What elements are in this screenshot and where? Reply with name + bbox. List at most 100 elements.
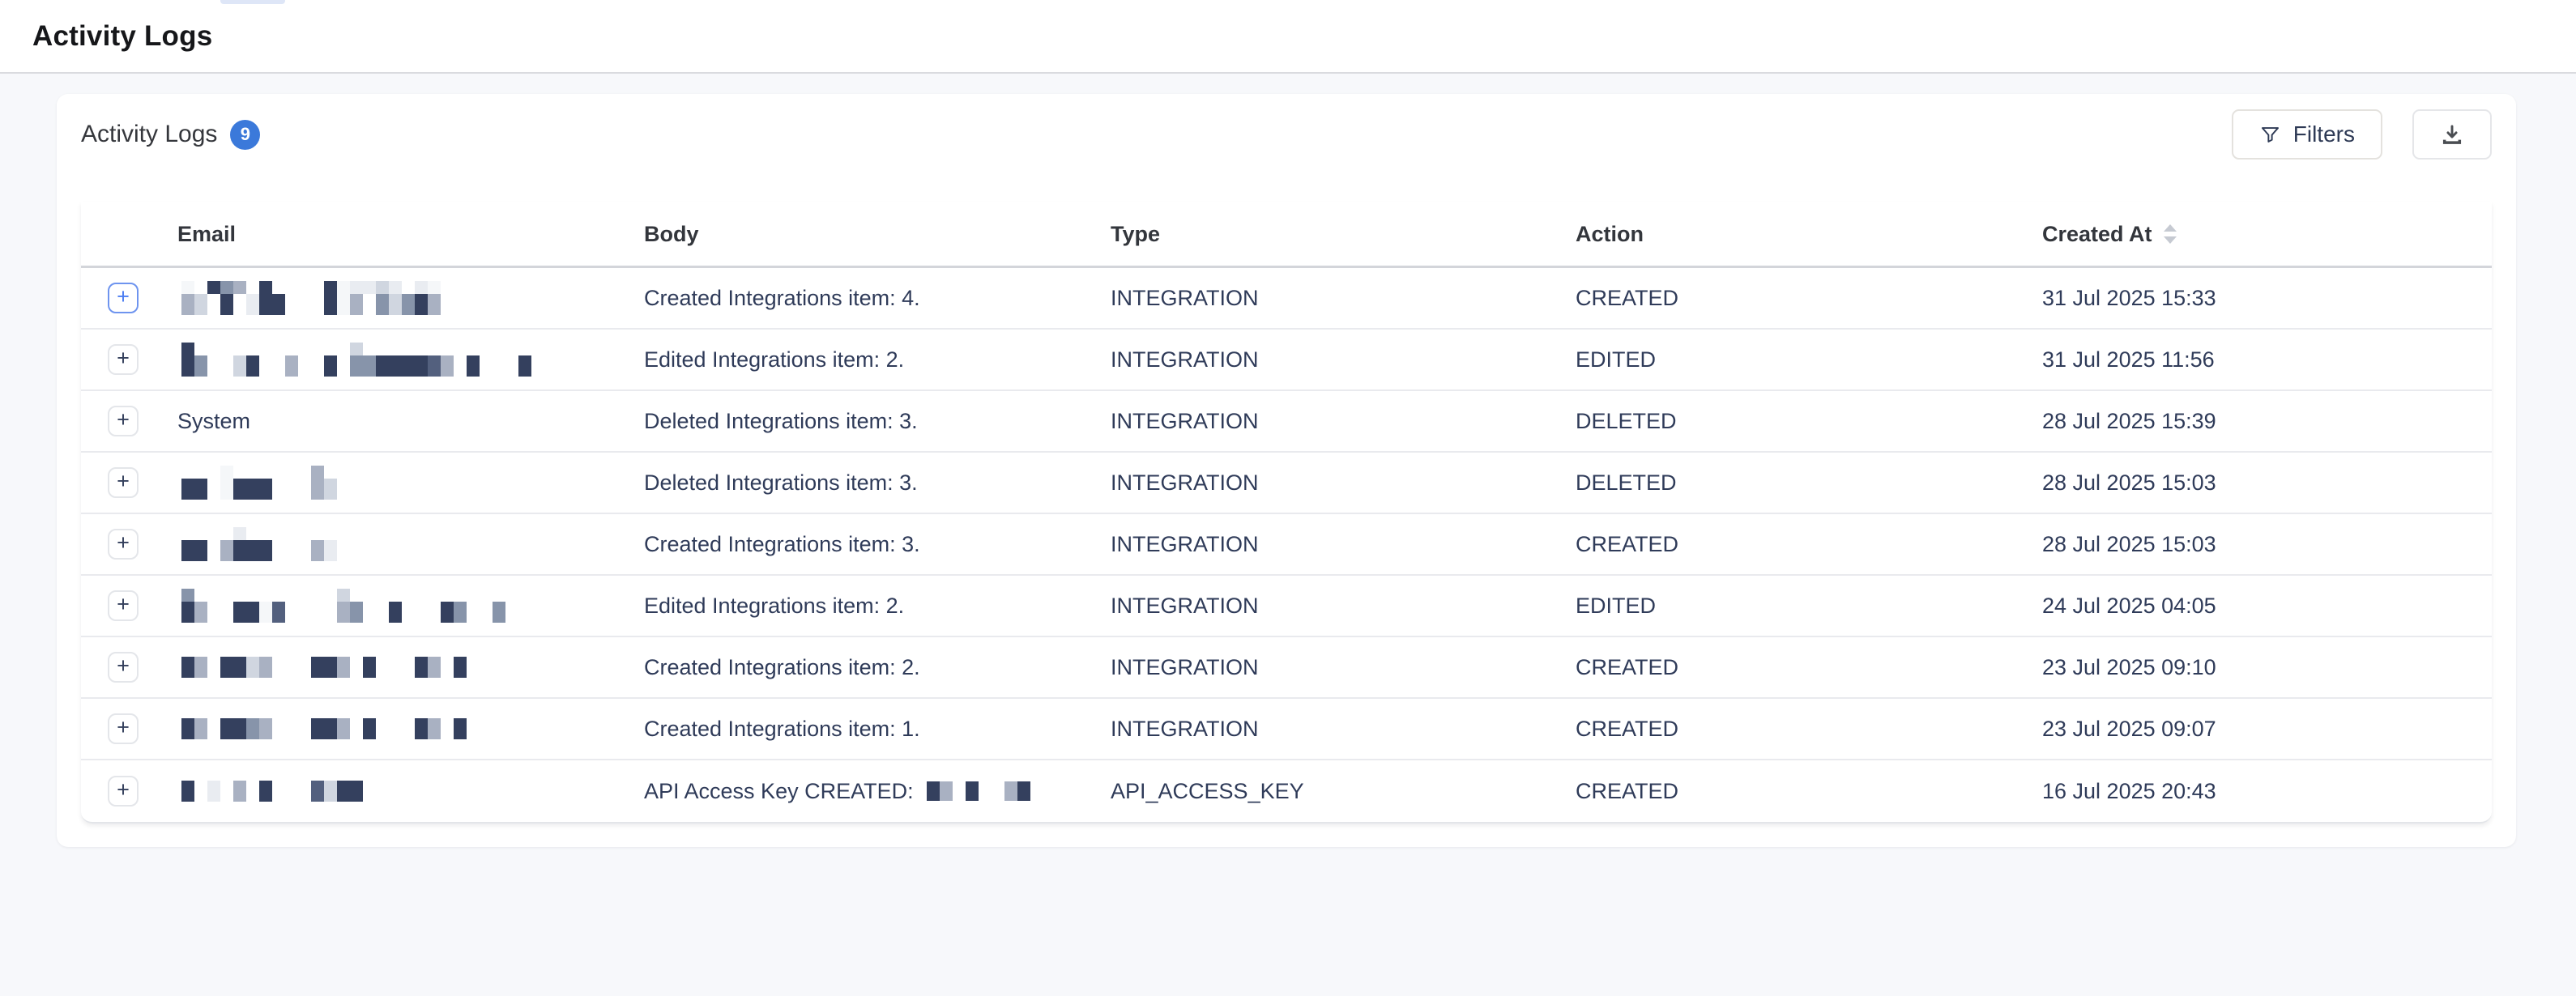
redacted-pixelation [181,718,467,739]
type-cell: INTEGRATION [1111,717,1576,742]
email-cell [177,657,644,678]
body-text: Deleted Integrations item: 3. [644,470,918,496]
action-cell: EDITED [1576,594,2042,619]
expand-row-button[interactable]: + [108,776,139,807]
body-text: Created Integrations item: 4. [644,286,920,311]
table-row: + Edited Integrations item: 2. INTEGRATI… [81,576,2492,637]
body-cell: Edited Integrations item: 2. [644,594,1111,619]
created-at-cell: 16 Jul 2025 20:43 [2042,779,2492,804]
type-cell: INTEGRATION [1111,409,1576,434]
table-row: + Created Integrations item: 3. INTEGRAT… [81,514,2492,576]
panel-actions: Filters [2232,109,2492,160]
type-cell: INTEGRATION [1111,470,1576,496]
column-header-label: Created At [2042,222,2152,247]
expander-cell: + [81,344,177,375]
expand-row-button[interactable]: + [108,590,139,621]
redacted-pixelation [181,281,441,315]
type-cell: INTEGRATION [1111,532,1576,557]
expander-cell: + [81,713,177,744]
expander-cell: + [81,652,177,683]
panel-header: Activity Logs 9 Filters [81,94,2492,175]
email-cell [177,343,644,377]
redacted-top-edge-artifact [220,0,285,4]
table-row: + Created Integrations item: 2. INTEGRAT… [81,637,2492,699]
redacted-pixelation [181,527,350,561]
expand-row-button[interactable]: + [108,406,139,436]
action-cell: EDITED [1576,347,2042,372]
action-cell: CREATED [1576,286,2042,311]
expander-cell: + [81,776,177,807]
table-row: + System Deleted Integrations item: 3. I… [81,391,2492,453]
body-cell: Created Integrations item: 1. [644,717,1111,742]
expand-row-button[interactable]: + [108,713,139,744]
action-cell: DELETED [1576,409,2042,434]
funnel-icon [2259,124,2281,146]
email-cell [177,781,644,802]
body-text: Created Integrations item: 1. [644,717,920,742]
column-header-action: Action [1576,222,2042,247]
sort-arrows-icon [2164,224,2177,244]
email-cell [177,281,644,315]
expand-row-button[interactable]: + [108,467,139,498]
type-cell: API_ACCESS_KEY [1111,779,1576,804]
action-cell: DELETED [1576,470,2042,496]
redacted-pixelation [181,589,505,623]
expander-cell: + [81,529,177,560]
column-header-type: Type [1111,222,1576,247]
body-cell: Created Integrations item: 2. [644,655,1111,680]
redacted-pixelation [927,781,1030,801]
redacted-pixelation [181,781,363,802]
expander-cell: + [81,406,177,436]
email-cell: System [177,409,644,434]
table-header-row: Email BodyType Action Created At [81,202,2492,268]
table-row: + Deleted Integrations item: 3. INTEGRAT… [81,453,2492,514]
column-header-label: Action [1576,222,1644,247]
action-cell: CREATED [1576,532,2042,557]
email-cell [177,527,644,561]
redacted-pixelation [181,343,531,377]
download-button[interactable] [2412,109,2492,160]
created-at-cell: 28 Jul 2025 15:03 [2042,470,2492,496]
created-at-cell: 28 Jul 2025 15:39 [2042,409,2492,434]
expander-cell: + [81,467,177,498]
type-cell: INTEGRATION [1111,286,1576,311]
count-badge: 9 [230,120,260,150]
created-at-cell: 23 Jul 2025 09:10 [2042,655,2492,680]
action-cell: CREATED [1576,779,2042,804]
body-text: Edited Integrations item: 2. [644,594,904,619]
body-cell: API Access Key CREATED: [644,779,1111,804]
table-row: + API Access Key CREATED: API_ACCESS_KEY… [81,760,2492,822]
email-cell [177,589,644,623]
body-text: API Access Key CREATED: [644,779,914,804]
top-bar: Activity Logs [0,0,2576,74]
created-at-cell: 24 Jul 2025 04:05 [2042,594,2492,619]
expand-row-button[interactable]: + [108,344,139,375]
activity-logs-panel: Activity Logs 9 Filters [57,94,2516,847]
expand-row-button[interactable]: + [108,283,139,313]
table-row: + Created Integrations item: 4. INTEGRAT… [81,268,2492,330]
expand-row-button[interactable]: + [108,529,139,560]
table-body: + Created Integrations item: 4. INTEGRAT… [81,268,2492,822]
column-header-label: Type [1111,222,1160,247]
redacted-pixelation [181,657,467,678]
body-cell: Edited Integrations item: 2. [644,347,1111,372]
expand-row-button[interactable]: + [108,652,139,683]
type-cell: INTEGRATION [1111,655,1576,680]
redacted-pixelation [181,466,350,500]
created-at-cell: 23 Jul 2025 09:07 [2042,717,2492,742]
body-cell: Created Integrations item: 4. [644,286,1111,311]
column-header-label: Email [177,222,236,247]
created-at-cell: 28 Jul 2025 15:03 [2042,532,2492,557]
table-row: + Edited Integrations item: 2. INTEGRATI… [81,330,2492,391]
filters-button-label: Filters [2293,121,2355,147]
email-cell [177,466,644,500]
body-cell: Deleted Integrations item: 3. [644,409,1111,434]
body-text: Edited Integrations item: 2. [644,347,904,372]
panel-title: Activity Logs [81,121,217,148]
action-cell: CREATED [1576,717,2042,742]
column-header-body: Body [644,222,1111,247]
column-header-created_at[interactable]: Created At [2042,222,2492,247]
filters-button[interactable]: Filters [2232,109,2382,160]
type-cell: INTEGRATION [1111,347,1576,372]
body-text: Created Integrations item: 2. [644,655,920,680]
